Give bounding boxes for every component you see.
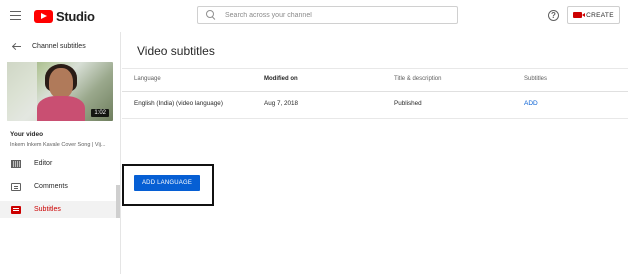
sidebar-item-comments[interactable]: Comments	[0, 178, 116, 195]
sidebar-item-label: Subtitles	[34, 206, 61, 213]
top-bar: Studio ? CREATE	[0, 0, 628, 32]
cell-title-description[interactable]: Published	[394, 100, 422, 107]
studio-logo[interactable]: Studio	[34, 8, 95, 24]
search-box[interactable]	[197, 6, 458, 24]
video-duration-badge: 1:02	[91, 109, 109, 117]
cell-modified-on: Aug 7, 2018	[264, 100, 298, 107]
column-header-modified-on[interactable]: Modified on	[264, 76, 298, 82]
help-icon[interactable]: ?	[548, 10, 559, 21]
video-name[interactable]: Inkem Inkem Kavale Cover Song | Vij...	[10, 142, 116, 148]
menu-icon[interactable]	[10, 11, 21, 20]
page-title: Video subtitles	[137, 44, 215, 58]
subtitles-icon	[11, 205, 21, 214]
main-content: Video subtitles Language Modified on Tit…	[122, 32, 628, 274]
comments-icon	[11, 182, 21, 191]
video-thumbnail[interactable]: 1:02	[7, 62, 113, 121]
sidebar-item-label: Comments	[34, 183, 68, 190]
search-icon	[206, 10, 216, 20]
table-row-divider	[122, 118, 628, 119]
table-header-divider	[122, 91, 628, 92]
thumbnail-background	[7, 62, 37, 121]
thumbnail-figure-face	[49, 68, 73, 98]
create-button[interactable]: CREATE	[567, 6, 620, 24]
sidebar: Channel subtitles 1:02 Your video Inkem …	[0, 32, 121, 274]
thumbnail-figure-body	[37, 96, 85, 121]
sidebar-scrollbar[interactable]	[116, 185, 120, 218]
divider	[122, 68, 628, 69]
sidebar-header: Channel subtitles	[0, 38, 121, 54]
column-header-language: Language	[134, 76, 161, 82]
sidebar-item-editor[interactable]: Editor	[0, 155, 116, 172]
editor-icon	[11, 159, 21, 168]
cell-language: English (India) (video language)	[134, 100, 223, 107]
column-header-title-description: Title & description	[394, 76, 442, 82]
create-button-label: CREATE	[586, 11, 614, 19]
column-header-subtitles: Subtitles	[524, 76, 548, 82]
camera-icon	[573, 12, 586, 18]
sidebar-title: Channel subtitles	[32, 42, 86, 50]
logo-text: Studio	[56, 8, 95, 24]
your-video-label: Your video	[10, 131, 44, 138]
sidebar-item-subtitles[interactable]: Subtitles	[0, 201, 116, 218]
back-arrow-icon[interactable]	[12, 42, 21, 51]
youtube-logo-icon	[34, 9, 53, 23]
add-subtitles-link[interactable]: ADD	[524, 100, 538, 107]
sidebar-item-label: Editor	[34, 160, 53, 167]
search-input[interactable]	[225, 11, 445, 19]
add-language-button[interactable]: ADD LANGUAGE	[134, 175, 200, 191]
